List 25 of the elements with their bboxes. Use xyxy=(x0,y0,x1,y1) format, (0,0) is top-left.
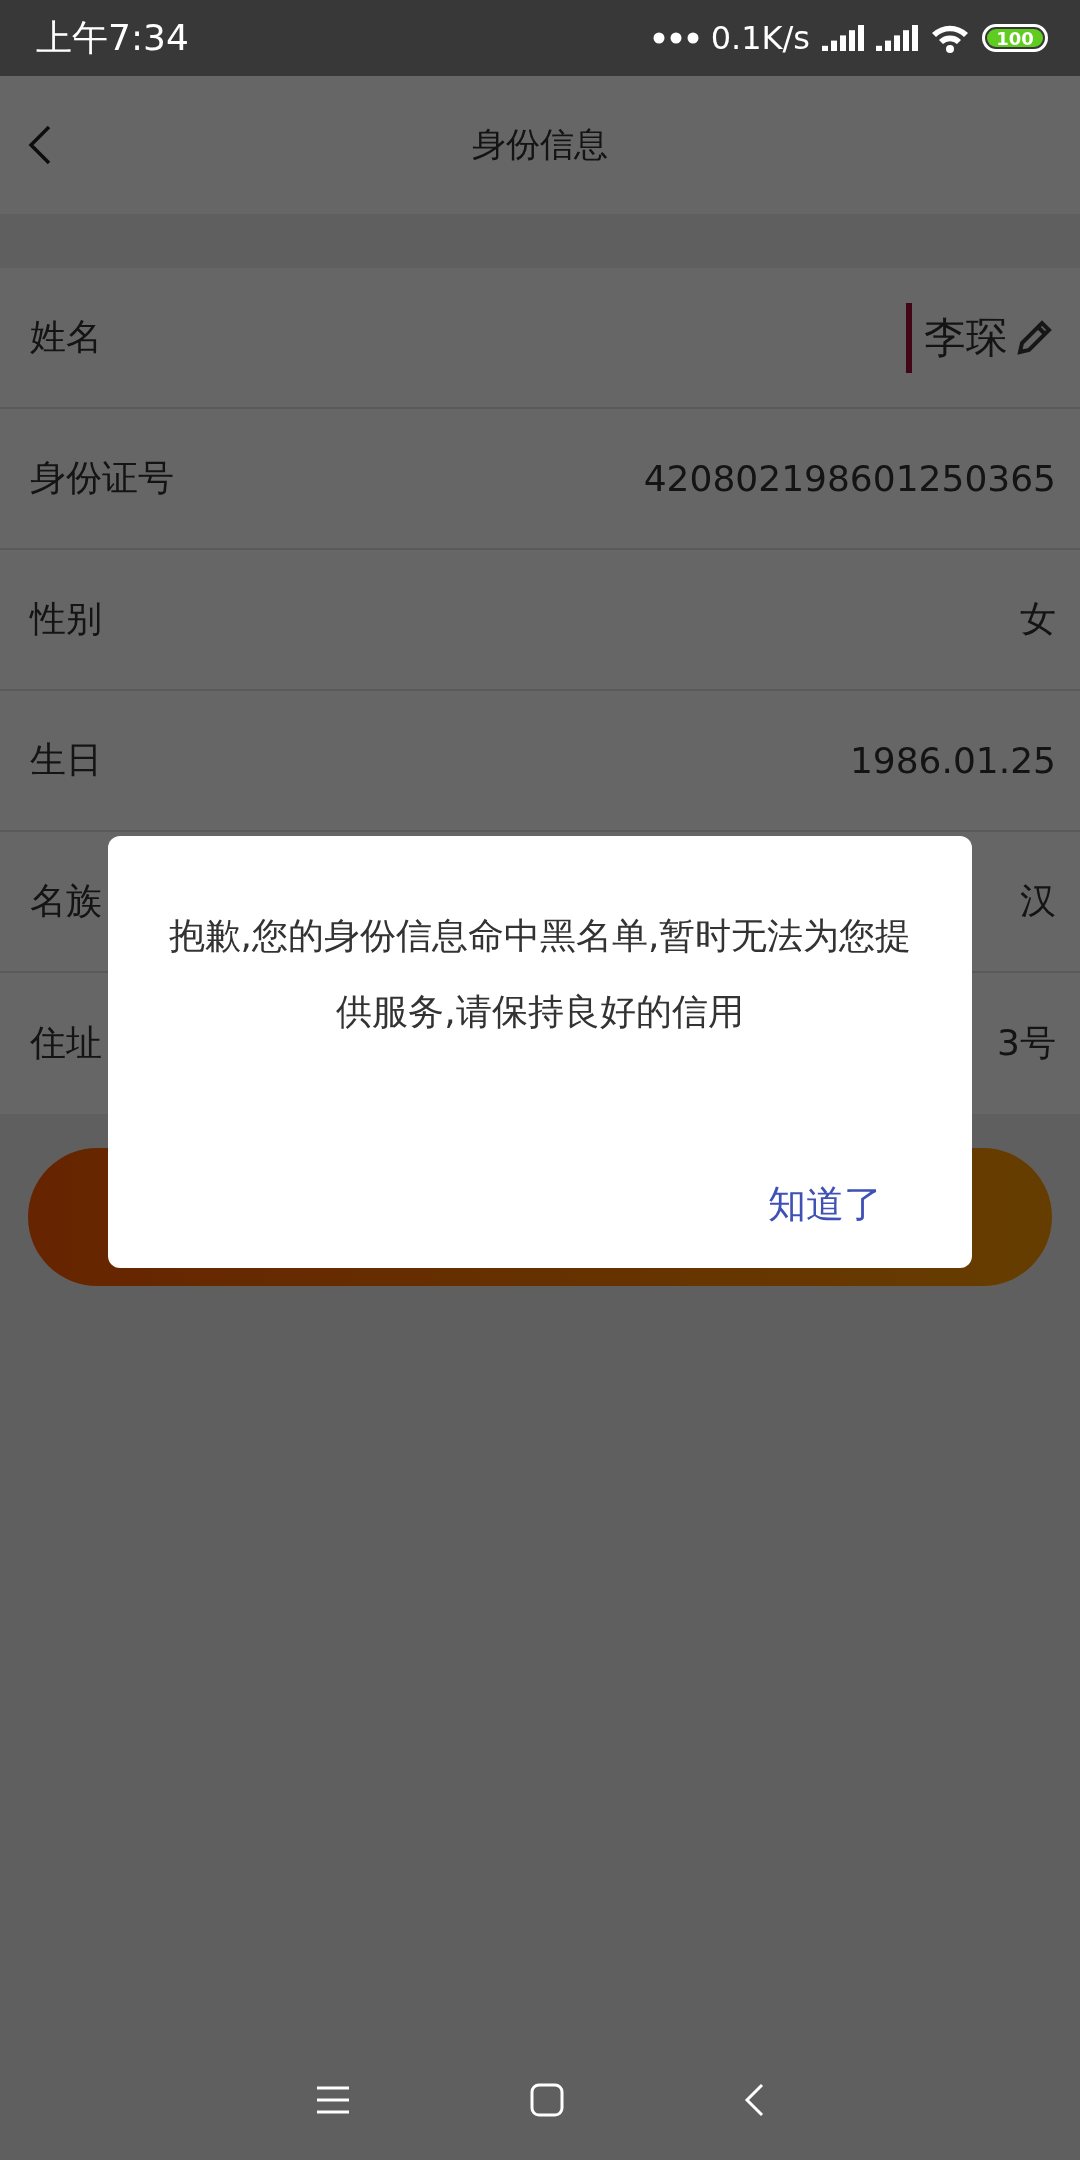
field-label: 性别 xyxy=(30,597,102,641)
wifi-icon xyxy=(930,23,970,53)
dialog-message: 抱歉,您的身份信息命中黑名单,暂时无法为您提供服务,请保持良好的信用 xyxy=(167,914,913,1034)
field-label: 名族 xyxy=(30,879,102,923)
signal-icon xyxy=(876,25,918,51)
page-title: 身份信息 xyxy=(472,123,608,166)
back-icon[interactable] xyxy=(28,125,52,165)
status-time: 上午7:34 xyxy=(36,15,189,60)
field-label: 住址 xyxy=(30,1021,102,1065)
home-icon[interactable] xyxy=(530,2083,564,2117)
field-value: 3号 xyxy=(997,1021,1056,1065)
field-label: 身份证号 xyxy=(30,456,174,500)
field-value: 女 xyxy=(1020,597,1056,641)
field-label: 生日 xyxy=(30,738,102,782)
confirm-button[interactable]: 知道了 xyxy=(754,1169,896,1240)
dots-icon xyxy=(652,32,699,44)
menu-icon[interactable] xyxy=(316,2086,350,2114)
battery-level: 100 xyxy=(996,27,1034,49)
field-value: 汉 xyxy=(1020,879,1056,923)
signal-icon xyxy=(822,25,864,51)
network-speed: 0.1K/s xyxy=(710,19,810,57)
text-cursor xyxy=(906,302,912,373)
field-value: 420802198601250365 xyxy=(643,458,1056,499)
field-value: 1986.01.25 xyxy=(849,740,1056,781)
field-label: 姓名 xyxy=(30,315,102,359)
